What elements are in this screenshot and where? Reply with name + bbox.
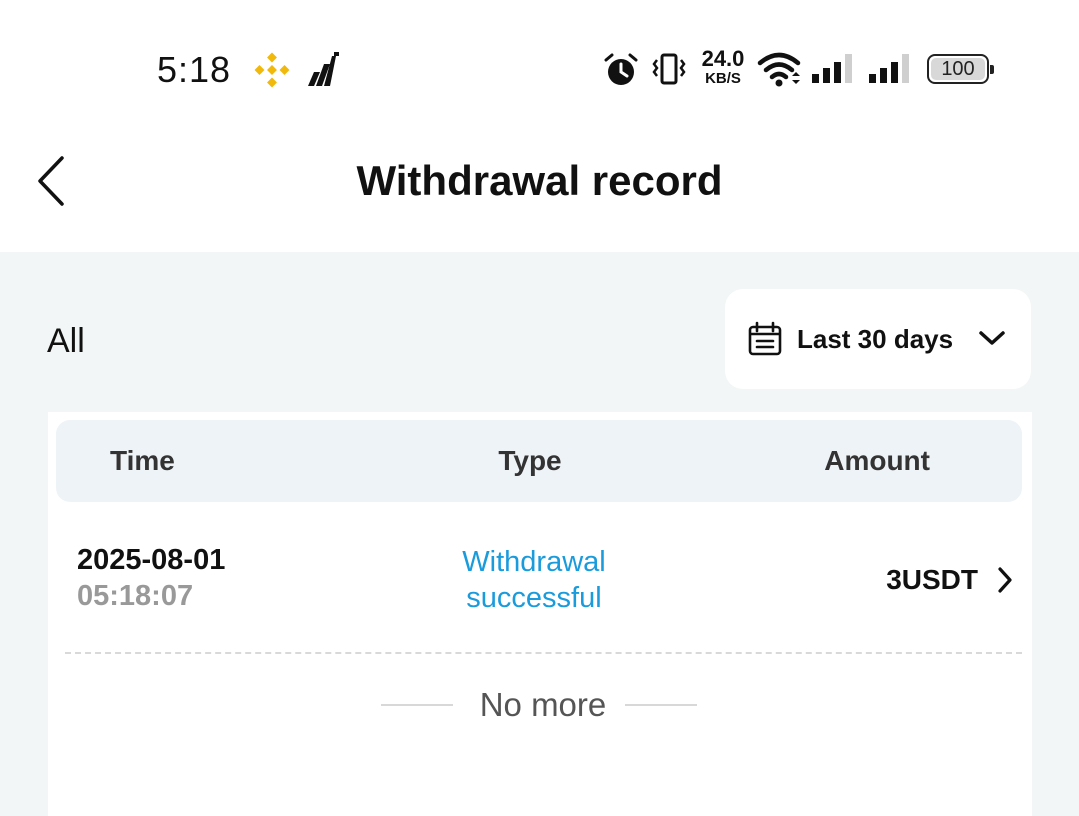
page-title: Withdrawal record	[356, 157, 723, 204]
record-status-line2: successful	[466, 582, 602, 614]
battery-icon: 100	[927, 54, 994, 84]
date-range-label: Last 30 days	[797, 324, 954, 354]
signal-icon	[867, 52, 913, 89]
status-time: 5:18	[157, 49, 232, 90]
table-row[interactable]: 2025-08-01 05:18:07 Withdrawal successfu…	[48, 522, 1032, 654]
end-of-list: No more	[48, 680, 1032, 730]
record-date: 2025-08-01	[77, 544, 226, 576]
vibrate-icon	[651, 52, 687, 91]
network-speed-value: 24.0	[701, 46, 745, 71]
status-bar: 5:18 24.0 KB/S 100	[0, 0, 1079, 130]
network-speed: 24.0 KB/S	[695, 46, 751, 87]
record-time: 05:18:07	[77, 580, 194, 612]
date-range-dropdown[interactable]: Last 30 days	[725, 289, 1031, 389]
record-amount: 3USDT	[886, 564, 978, 595]
records-card: Time Type Amount 2025-08-01 05:18:07 Wit…	[48, 412, 1032, 816]
type-filter-all[interactable]: All	[47, 322, 85, 361]
column-header-amount: Amount	[824, 445, 930, 476]
chevron-right-icon	[995, 565, 1015, 600]
calendar-icon	[747, 321, 783, 362]
app-header: Withdrawal record	[0, 130, 1079, 252]
record-status: Withdrawal successful	[434, 544, 634, 616]
no-more-text: No more	[479, 686, 607, 723]
chart-app-icon	[306, 50, 342, 93]
wifi-icon	[756, 50, 802, 93]
binance-icon	[254, 52, 290, 93]
table-header: Time Type Amount	[56, 420, 1022, 502]
battery-level: 100	[931, 58, 985, 80]
content-area: All Last 30 days Time Type Amount 2025-0…	[0, 252, 1079, 816]
record-status-line1: Withdrawal	[462, 546, 606, 578]
alarm-icon	[603, 52, 639, 93]
divider-line-right	[625, 704, 697, 706]
signal-icon	[810, 52, 856, 89]
network-speed-unit: KB/S	[705, 70, 741, 87]
chevron-down-icon	[977, 327, 1007, 354]
row-divider	[65, 652, 1022, 654]
